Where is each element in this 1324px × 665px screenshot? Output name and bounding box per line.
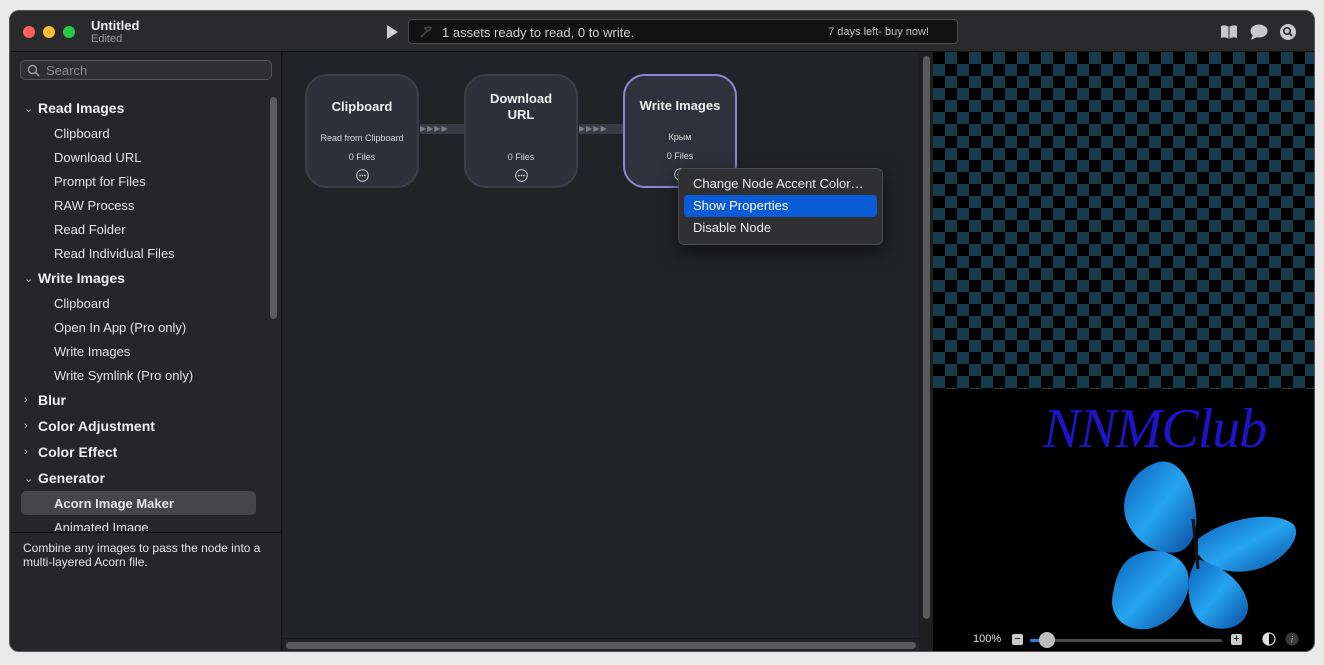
node-description: Combine any images to pass the node into…	[10, 532, 281, 651]
node-subtitle: Read from Clipboard	[320, 133, 404, 143]
trial-notice-link[interactable]: 7 days left- buy now!	[828, 26, 929, 38]
node-library-sidebar: ⌄ Read Images Clipboard Download URL Pro…	[10, 52, 282, 651]
menu-item-disable-node[interactable]: Disable Node	[684, 217, 877, 239]
canvas-horizontal-scroll-track	[283, 638, 919, 651]
sidebar-item-prompt-for-files[interactable]: Prompt for Files	[10, 169, 272, 193]
zoom-window-button[interactable]	[63, 26, 75, 38]
node-clipboard[interactable]: Clipboard Read from Clipboard 0 Files	[305, 74, 419, 188]
sidebar-item-clipboard-read[interactable]: Clipboard	[10, 121, 272, 145]
status-text: 1 assets ready to read, 0 to write.	[442, 25, 635, 40]
category-blur[interactable]: › Blur	[10, 387, 272, 413]
context-menu: Change Node Accent Color… Show Propertie…	[678, 168, 883, 245]
node-tree: ⌄ Read Images Clipboard Download URL Pro…	[10, 95, 272, 531]
category-label: Generator	[38, 470, 105, 486]
node-title: Write Images	[639, 98, 721, 113]
sidebar-item-open-in-app[interactable]: Open In App (Pro only)	[10, 315, 272, 339]
chevron-right-icon[interactable]: ›	[24, 446, 38, 458]
node-title: Clipboard	[331, 99, 393, 114]
info-icon[interactable]: i	[1285, 632, 1299, 646]
zoom-slider-knob[interactable]	[1039, 632, 1055, 648]
sidebar-item-clipboard-write[interactable]: Clipboard	[10, 291, 272, 315]
node-file-count: 0 Files	[507, 152, 535, 162]
title-bar: Untitled Edited 1 assets ready to read, …	[10, 11, 1314, 52]
app-window: Untitled Edited 1 assets ready to read, …	[9, 10, 1315, 652]
butterfly-image	[1112, 461, 1297, 630]
search-field[interactable]	[20, 60, 272, 80]
node-title: Download URL	[489, 91, 553, 122]
play-icon[interactable]	[385, 24, 399, 40]
category-label: Color Effect	[38, 444, 118, 460]
more-options-icon[interactable]	[515, 169, 528, 182]
status-field: 1 assets ready to read, 0 to write. 7 da…	[408, 19, 958, 44]
node-connector: ▶▶▶▶	[420, 124, 465, 134]
sidebar-item-read-folder[interactable]: Read Folder	[10, 217, 272, 241]
chat-bubble-icon[interactable]	[1249, 23, 1269, 41]
sidebar-item-read-individual-files[interactable]: Read Individual Files	[10, 241, 272, 265]
search-icon[interactable]	[1278, 23, 1298, 41]
sidebar-item-raw-process[interactable]: RAW Process	[10, 193, 272, 217]
node-connector: ▶▶▶▶	[579, 124, 624, 134]
node-file-count: 0 Files	[666, 151, 694, 161]
category-generator[interactable]: ⌄ Generator	[10, 465, 272, 491]
sidebar-item-write-symlink[interactable]: Write Symlink (Pro only)	[10, 363, 272, 387]
sidebar-item-acorn-image-maker[interactable]: Acorn Image Maker	[21, 491, 256, 515]
category-write-images[interactable]: ⌄ Write Images	[10, 265, 272, 291]
minimize-window-button[interactable]	[43, 26, 55, 38]
more-options-icon[interactable]	[356, 169, 369, 182]
zoom-in-button[interactable]: +	[1231, 634, 1242, 645]
chevron-right-icon[interactable]: ›	[24, 420, 38, 432]
category-color-effect[interactable]: › Color Effect	[10, 439, 272, 465]
book-icon[interactable]	[1219, 23, 1239, 41]
node-subtitle: Крым	[668, 132, 692, 142]
sidebar-scrollbar[interactable]	[270, 97, 277, 319]
menu-item-change-accent-color[interactable]: Change Node Accent Color…	[684, 173, 877, 195]
chevron-right-icon[interactable]: ›	[24, 394, 38, 406]
sidebar-item-animated-image[interactable]: Animated Image	[10, 515, 272, 532]
hammer-icon	[420, 26, 433, 38]
node-download-url[interactable]: Download URL 0 Files	[464, 74, 578, 188]
category-color-adjustment[interactable]: › Color Adjustment	[10, 413, 272, 439]
chevron-down-icon[interactable]: ⌄	[24, 472, 38, 485]
document-title[interactable]: Untitled	[91, 18, 139, 33]
chevron-down-icon[interactable]: ⌄	[24, 102, 38, 115]
sidebar-item-write-images[interactable]: Write Images	[10, 339, 272, 363]
search-input[interactable]	[46, 62, 266, 78]
node-file-count: 0 Files	[348, 152, 376, 162]
menu-item-show-properties[interactable]: Show Properties	[684, 195, 877, 217]
category-label: Read Images	[38, 100, 125, 116]
category-read-images[interactable]: ⌄ Read Images	[10, 95, 272, 121]
watermark-text: NNMClub	[1043, 398, 1267, 460]
zoom-level: 100%	[973, 633, 1002, 645]
contrast-icon[interactable]	[1262, 632, 1276, 646]
zoom-out-button[interactable]: −	[1012, 634, 1023, 645]
image-preview: NNMClub 100% − + i	[933, 52, 1314, 651]
close-window-button[interactable]	[23, 26, 35, 38]
category-label: Color Adjustment	[38, 418, 155, 434]
transparency-checkerboard	[933, 52, 1314, 389]
category-label: Blur	[38, 392, 66, 408]
canvas-horizontal-scrollbar[interactable]	[286, 642, 916, 649]
canvas-vertical-scrollbar[interactable]	[923, 56, 930, 619]
node-canvas[interactable]: Clipboard Read from Clipboard 0 Files ▶▶…	[283, 52, 919, 638]
zoom-controls: 100% − + i	[933, 625, 1314, 651]
chevron-down-icon[interactable]: ⌄	[24, 272, 38, 285]
document-subtitle: Edited	[91, 33, 123, 45]
category-label: Write Images	[38, 270, 125, 286]
zoom-slider[interactable]	[1030, 639, 1222, 642]
sidebar-item-download-url[interactable]: Download URL	[10, 145, 272, 169]
magnifier-icon	[27, 64, 40, 77]
